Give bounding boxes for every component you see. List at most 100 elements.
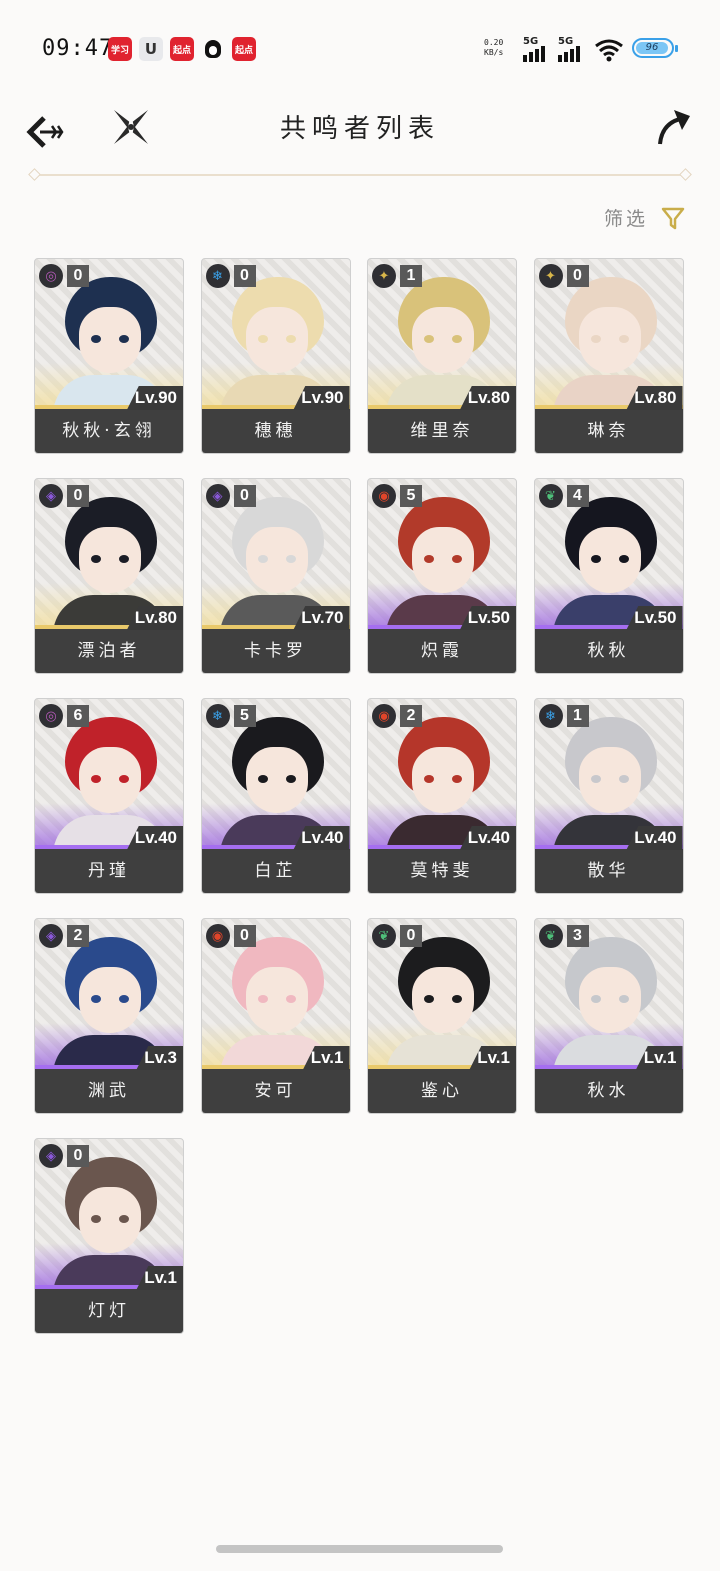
resonator-card[interactable]: ◉ 0 Lv.1 安可 bbox=[200, 918, 351, 1114]
resonator-name: 维里奈 bbox=[368, 409, 516, 453]
character-eye bbox=[119, 775, 129, 783]
character-eye bbox=[91, 335, 101, 343]
resonator-name: 漂泊者 bbox=[35, 629, 183, 673]
chain-count: 0 bbox=[67, 265, 89, 287]
filter-label: 筛选 bbox=[603, 208, 648, 230]
resonator-card[interactable]: ❄ 5 Lv.40 白芷 bbox=[200, 698, 351, 894]
element-fire-icon: ◉ bbox=[372, 484, 396, 508]
resonator-card[interactable]: ✦ 1 Lv.80 维里奈 bbox=[367, 258, 517, 454]
resonator-card[interactable]: ✦ 0 Lv.80 琳奈 bbox=[533, 258, 684, 454]
resonator-card[interactable]: ◈ 0 Lv.70 卡卡罗 bbox=[200, 478, 351, 674]
resonator-name: 灯灯 bbox=[35, 1289, 183, 1333]
character-eye bbox=[257, 335, 268, 343]
character-eye bbox=[590, 335, 601, 343]
resonator-card[interactable]: ◉ 2 Lv.40 莫特斐 bbox=[367, 698, 517, 894]
header-divider bbox=[36, 174, 684, 176]
element-wind-icon: ❦ bbox=[372, 924, 396, 948]
character-eye bbox=[119, 995, 129, 1003]
character-eye bbox=[452, 555, 462, 563]
resonator-name: 渊武 bbox=[35, 1069, 183, 1113]
resonator-card[interactable]: ◉ 5 Lv.50 炽霞 bbox=[367, 478, 517, 674]
character-eye bbox=[285, 995, 296, 1003]
chain-count: 6 bbox=[67, 705, 89, 727]
character-eye bbox=[424, 335, 434, 343]
resonator-card[interactable]: ◎ 0 Lv.90 秋秋·玄翎 bbox=[34, 258, 184, 454]
character-eye bbox=[618, 775, 629, 783]
resonator-grid: ◎ 0 Lv.90 秋秋·玄翎 ❄ 0 Lv.90 穗穗 ✦ 1 Lv.80 维… bbox=[34, 258, 686, 1388]
character-face bbox=[245, 307, 308, 373]
network-speed-value: 0.20 bbox=[484, 38, 504, 47]
resonator-name: 白芷 bbox=[201, 849, 350, 893]
resonator-card[interactable]: ◈ 2 Lv.3 渊武 bbox=[34, 918, 184, 1114]
character-face bbox=[245, 967, 308, 1033]
character-eye bbox=[590, 775, 601, 783]
character-eye bbox=[285, 335, 296, 343]
character-face bbox=[578, 747, 641, 813]
resonator-card[interactable]: ◈ 0 Lv.1 灯灯 bbox=[34, 1138, 184, 1334]
resonator-card[interactable]: ❦ 3 Lv.1 秋水 bbox=[533, 918, 684, 1114]
chain-count: 0 bbox=[67, 485, 89, 507]
character-eye bbox=[590, 555, 601, 563]
element-dark-icon: ◈ bbox=[39, 484, 63, 508]
character-face bbox=[245, 747, 308, 813]
character-face bbox=[412, 967, 474, 1033]
character-eye bbox=[119, 335, 129, 343]
character-eye bbox=[91, 555, 101, 563]
character-eye bbox=[285, 775, 296, 783]
character-eye bbox=[257, 555, 268, 563]
element-dark-icon: ◈ bbox=[205, 484, 230, 508]
character-eye bbox=[119, 1215, 129, 1223]
element-electric-icon: ◎ bbox=[39, 264, 63, 288]
chain-count: 0 bbox=[233, 925, 256, 947]
resonator-card[interactable]: ❦ 4 Lv.50 秋秋 bbox=[533, 478, 684, 674]
filter-funnel-icon bbox=[661, 207, 685, 229]
character-face bbox=[412, 747, 474, 813]
character-eye bbox=[590, 995, 601, 1003]
character-eye bbox=[424, 995, 434, 1003]
share-icon[interactable] bbox=[654, 106, 696, 148]
element-dark-icon: ◈ bbox=[39, 924, 63, 948]
element-electric-icon: ◎ bbox=[39, 704, 63, 728]
status-bar: 09:47 学习 U 起点 起点 0.20 KB/s 5G 5G 96 bbox=[0, 0, 720, 96]
chain-count: 0 bbox=[566, 265, 589, 287]
chain-count: 0 bbox=[67, 1145, 89, 1167]
character-face bbox=[578, 527, 641, 593]
chain-count: 2 bbox=[400, 705, 422, 727]
qidian-notification-icon-2: 起点 bbox=[232, 37, 256, 61]
element-fire-icon: ◉ bbox=[372, 704, 396, 728]
resonator-name: 卡卡罗 bbox=[201, 629, 350, 673]
resonator-card[interactable]: ◎ 6 Lv.40 丹瑾 bbox=[34, 698, 184, 894]
signal-sim1-icon: 5G bbox=[523, 36, 551, 62]
qq-notification-icon bbox=[201, 37, 225, 61]
element-wind-icon: ❦ bbox=[538, 924, 563, 948]
resonator-name: 穗穗 bbox=[201, 409, 350, 453]
chain-count: 5 bbox=[400, 485, 422, 507]
battery-level: 96 bbox=[636, 42, 668, 54]
network-speed: 0.20 KB/s bbox=[484, 38, 503, 58]
character-face bbox=[578, 967, 641, 1033]
element-dark-icon: ◈ bbox=[39, 1144, 63, 1168]
filter-button[interactable]: 筛选 bbox=[604, 204, 686, 231]
character-eye bbox=[618, 555, 629, 563]
character-face bbox=[79, 967, 141, 1033]
home-indicator[interactable] bbox=[216, 1545, 503, 1553]
resonator-card[interactable]: ◈ 0 Lv.80 漂泊者 bbox=[34, 478, 184, 674]
character-eye bbox=[452, 995, 462, 1003]
resonator-card[interactable]: ❄ 1 Lv.40 散华 bbox=[533, 698, 684, 894]
chain-count: 3 bbox=[566, 925, 589, 947]
resonator-card[interactable]: ❄ 0 Lv.90 穗穗 bbox=[200, 258, 351, 454]
resonator-card[interactable]: ❦ 0 Lv.1 鉴心 bbox=[367, 918, 517, 1114]
element-light-icon: ✦ bbox=[372, 264, 396, 288]
chain-count: 1 bbox=[566, 705, 589, 727]
character-face bbox=[578, 307, 641, 373]
page-title: 共鸣者列表 bbox=[279, 114, 440, 144]
element-light-icon: ✦ bbox=[538, 264, 563, 288]
character-eye bbox=[257, 775, 268, 783]
resonator-name: 丹瑾 bbox=[35, 849, 183, 893]
status-time: 09:47 bbox=[42, 36, 114, 61]
character-face bbox=[79, 1187, 141, 1253]
character-eye bbox=[91, 1215, 101, 1223]
signal-sim2-icon: 5G bbox=[558, 36, 586, 62]
network-speed-unit: KB/s bbox=[484, 48, 504, 57]
element-ice-icon: ❄ bbox=[205, 264, 230, 288]
